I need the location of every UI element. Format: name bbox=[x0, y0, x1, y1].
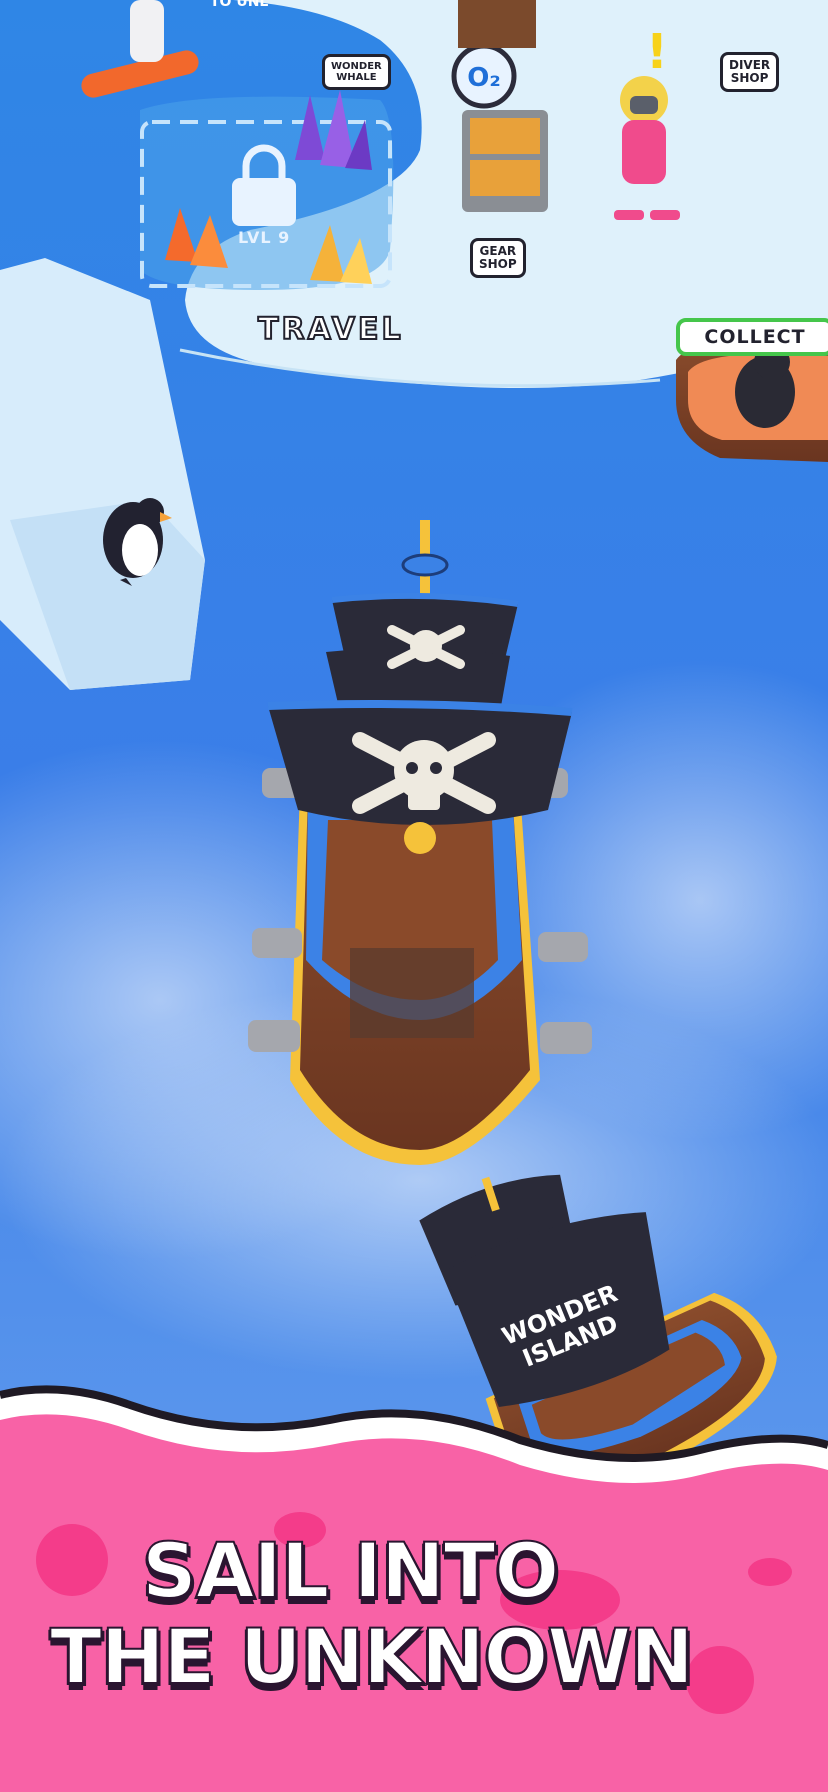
headline-line-1: SAIL INTO bbox=[141, 1526, 560, 1615]
svg-text:O₂: O₂ bbox=[467, 63, 501, 93]
game-scene: O₂ ! bbox=[0, 0, 828, 1792]
travel-button[interactable]: TRAVEL bbox=[257, 311, 404, 348]
gear-shop-sign[interactable]: GEAR SHOP bbox=[470, 238, 526, 278]
alert-icon: ! bbox=[646, 24, 668, 80]
promo-headline: SAIL INTO THE UNKNOWN bbox=[49, 1526, 770, 1701]
wonder-whale-sign[interactable]: WONDER WHALE bbox=[322, 54, 391, 90]
diver-shop-sign[interactable]: DIVER SHOP bbox=[720, 52, 780, 92]
unlock-hint-label: TO UNL bbox=[210, 0, 269, 10]
lock-level-label: LVL 9 bbox=[238, 228, 291, 247]
collect-button[interactable]: COLLECT bbox=[676, 318, 828, 356]
headline-line-2: THE UNKNOWN bbox=[49, 1612, 695, 1701]
